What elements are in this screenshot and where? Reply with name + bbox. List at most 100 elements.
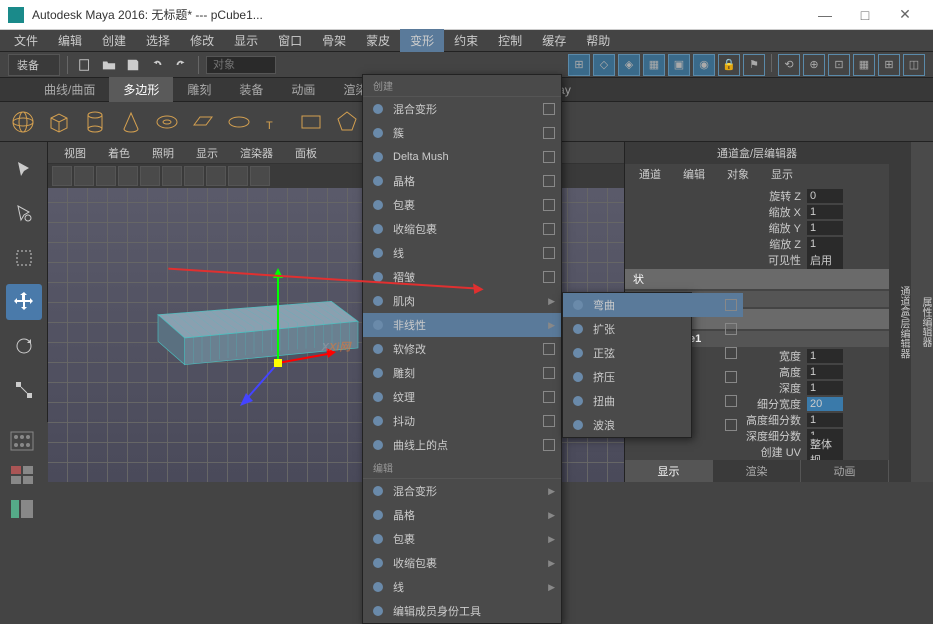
ch-menu-对象[interactable]: 对象	[717, 164, 759, 184]
selection-mode-input[interactable]	[206, 56, 276, 74]
poly-torus-icon[interactable]	[152, 107, 182, 137]
flag-icon[interactable]: ⚑	[743, 54, 765, 76]
ch-menu-编辑[interactable]: 编辑	[673, 164, 715, 184]
tool4-icon[interactable]: ▦	[853, 54, 875, 76]
shelf-tab-3[interactable]: 装备	[225, 77, 277, 102]
vp-tool-4[interactable]	[118, 166, 138, 186]
poly-platonic-icon[interactable]	[332, 107, 362, 137]
layer-tab-2[interactable]: 动画	[801, 460, 889, 482]
menu-文件[interactable]: 文件	[4, 29, 48, 52]
menu-item-非线性[interactable]: 非线性▶	[363, 313, 561, 337]
vp-tool-3[interactable]	[96, 166, 116, 186]
ch-menu-通道[interactable]: 通道	[629, 164, 671, 184]
poly-plane-icon[interactable]	[188, 107, 218, 137]
layout-four-icon[interactable]	[4, 460, 40, 490]
attr-row[interactable]: 缩放 X1	[625, 204, 889, 220]
menu-编辑[interactable]: 编辑	[48, 29, 92, 52]
menu-item-Delta Mush[interactable]: Delta Mush	[363, 145, 561, 169]
redo-icon[interactable]	[171, 55, 191, 75]
new-scene-icon[interactable]	[75, 55, 95, 75]
poly-cylinder-icon[interactable]	[80, 107, 110, 137]
vp-tool-8[interactable]	[206, 166, 226, 186]
snap-curve-icon[interactable]: ◇	[593, 54, 615, 76]
menu-item-包裹[interactable]: 包裹	[363, 193, 561, 217]
attr-row[interactable]: 缩放 Y1	[625, 220, 889, 236]
menu-item-雕刻[interactable]: 雕刻	[363, 361, 561, 385]
menu-item-线[interactable]: 线▶	[363, 575, 561, 599]
menu-item-扭曲[interactable]: 扭曲	[563, 389, 743, 413]
layer-tab-0[interactable]: 显示	[625, 460, 713, 482]
vp-tool-6[interactable]	[162, 166, 182, 186]
select-tool-icon[interactable]	[6, 152, 42, 188]
layout-outliner-icon[interactable]	[4, 494, 40, 524]
menu-创建[interactable]: 创建	[92, 29, 136, 52]
open-icon[interactable]	[99, 55, 119, 75]
vp-tool-9[interactable]	[228, 166, 248, 186]
menu-item-纹理[interactable]: 纹理	[363, 385, 561, 409]
menu-item-包裹[interactable]: 包裹▶	[363, 527, 561, 551]
poly-cone-icon[interactable]	[116, 107, 146, 137]
vp-menu-显示[interactable]: 显示	[186, 143, 228, 163]
poly-type-icon[interactable]: T	[260, 107, 290, 137]
move-gizmo[interactable]	[218, 263, 338, 413]
layout-single-icon[interactable]	[4, 426, 40, 456]
shelf-tab-4[interactable]: 动画	[277, 77, 329, 102]
tool2-icon[interactable]: ⊕	[803, 54, 825, 76]
menu-item-肌肉[interactable]: 肌肉▶	[363, 289, 561, 313]
attr-row[interactable]: 旋转 Z0	[625, 188, 889, 204]
menu-帮助[interactable]: 帮助	[576, 29, 620, 52]
shape-header[interactable]: 状	[625, 269, 889, 289]
menu-item-晶格[interactable]: 晶格▶	[363, 503, 561, 527]
save-icon[interactable]	[123, 55, 143, 75]
menu-约束[interactable]: 约束	[444, 29, 488, 52]
menu-item-波浪[interactable]: 波浪	[563, 413, 743, 437]
menu-item-褶皱[interactable]: 褶皱	[363, 265, 561, 289]
shelf-tab-2[interactable]: 雕刻	[173, 77, 225, 102]
menu-item-挤压[interactable]: 挤压	[563, 365, 743, 389]
vp-menu-照明[interactable]: 照明	[142, 143, 184, 163]
paint-select-icon[interactable]	[6, 240, 42, 276]
vp-tool-10[interactable]	[250, 166, 270, 186]
vp-menu-渲染器[interactable]: 渲染器	[230, 143, 283, 163]
close-button[interactable]: ✕	[885, 1, 925, 29]
tool1-icon[interactable]: ⟲	[778, 54, 800, 76]
menu-item-抖动[interactable]: 抖动	[363, 409, 561, 433]
menu-缓存[interactable]: 缓存	[532, 29, 576, 52]
snap-grid-icon[interactable]: ⊞	[568, 54, 590, 76]
lasso-tool-icon[interactable]	[6, 196, 42, 232]
snap-point-icon[interactable]: ◈	[618, 54, 640, 76]
rotate-tool-icon[interactable]	[6, 328, 42, 364]
menu-选择[interactable]: 选择	[136, 29, 180, 52]
vp-tool-1[interactable]	[52, 166, 72, 186]
minimize-button[interactable]: —	[805, 1, 845, 29]
menu-item-曲线上的点[interactable]: 曲线上的点	[363, 433, 561, 457]
menu-窗口[interactable]: 窗口	[268, 29, 312, 52]
menu-骨架[interactable]: 骨架	[312, 29, 356, 52]
poly-svg-icon[interactable]	[296, 107, 326, 137]
render-icon[interactable]: ▣	[668, 54, 690, 76]
vp-tool-7[interactable]	[184, 166, 204, 186]
mode-dropdown[interactable]: 装备	[8, 54, 60, 76]
side-panel-tab-1[interactable]: 通道盒/层编辑器	[889, 142, 911, 482]
menu-item-软修改[interactable]: 软修改	[363, 337, 561, 361]
ipr-icon[interactable]: ◉	[693, 54, 715, 76]
vp-menu-面板[interactable]: 面板	[285, 143, 327, 163]
poly-cube-icon[interactable]	[44, 107, 74, 137]
snap-view-icon[interactable]: ▦	[643, 54, 665, 76]
tool3-icon[interactable]: ⊡	[828, 54, 850, 76]
vp-menu-视图[interactable]: 视图	[54, 143, 96, 163]
maximize-button[interactable]: □	[845, 1, 885, 29]
undo-icon[interactable]	[147, 55, 167, 75]
menu-item-收缩包裹[interactable]: 收缩包裹▶	[363, 551, 561, 575]
poly-attr-row[interactable]: 创建 UV整体规...	[625, 444, 889, 460]
menu-item-混合变形[interactable]: 混合变形▶	[363, 479, 561, 503]
poly-sphere-icon[interactable]	[8, 107, 38, 137]
poly-disc-icon[interactable]	[224, 107, 254, 137]
tool5-icon[interactable]: ⊞	[878, 54, 900, 76]
shelf-tab-0[interactable]: 曲线/曲面	[30, 77, 109, 102]
vp-tool-2[interactable]	[74, 166, 94, 186]
menu-item-扩张[interactable]: 扩张	[563, 317, 743, 341]
menu-显示[interactable]: 显示	[224, 29, 268, 52]
menu-item-簇[interactable]: 簇	[363, 121, 561, 145]
tool6-icon[interactable]: ◫	[903, 54, 925, 76]
